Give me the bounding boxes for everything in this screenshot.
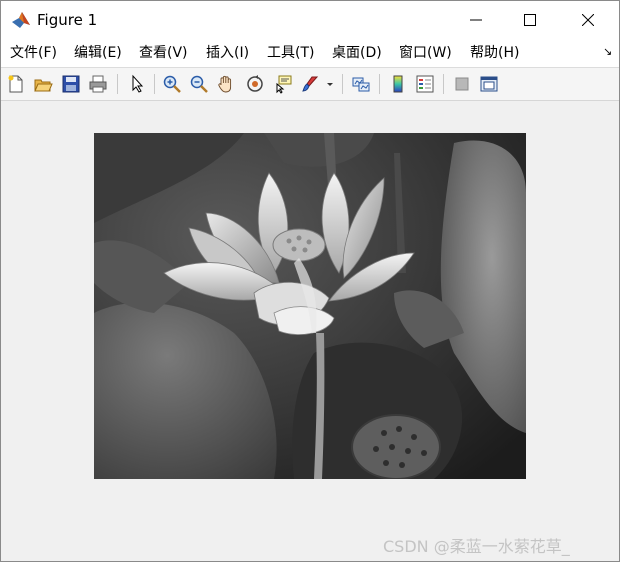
menu-bar: 文件(F) 编辑(E) 查看(V) 插入(I) 工具(T) 桌面(D) 窗口(W… bbox=[1, 39, 619, 68]
menu-tools[interactable]: 工具(T) bbox=[267, 44, 314, 62]
close-icon bbox=[582, 14, 594, 26]
toolbar-separator bbox=[154, 74, 155, 94]
window-title: Figure 1 bbox=[37, 11, 98, 29]
maximize-button[interactable] bbox=[503, 1, 557, 39]
link-plot-icon[interactable] bbox=[349, 72, 373, 96]
image-axes[interactable] bbox=[94, 133, 526, 479]
minimize-button[interactable] bbox=[449, 1, 503, 39]
minimize-icon bbox=[470, 19, 482, 21]
menu-help[interactable]: 帮助(H) bbox=[470, 44, 519, 62]
menu-edit[interactable]: 编辑(E) bbox=[74, 44, 122, 62]
toolbar-separator bbox=[342, 74, 343, 94]
lotus-image bbox=[94, 133, 526, 479]
show-plot-tools-icon[interactable] bbox=[477, 72, 501, 96]
title-bar[interactable]: Figure 1 bbox=[1, 1, 619, 39]
toolbar-separator bbox=[117, 74, 118, 94]
edit-plot-arrow-icon[interactable] bbox=[125, 72, 149, 96]
pan-hand-icon[interactable] bbox=[214, 72, 238, 96]
zoom-out-icon[interactable] bbox=[187, 72, 211, 96]
open-file-icon[interactable] bbox=[31, 72, 55, 96]
legend-icon[interactable] bbox=[413, 72, 437, 96]
new-figure-icon[interactable] bbox=[4, 72, 28, 96]
rotate-3d-icon[interactable] bbox=[243, 72, 267, 96]
menu-file[interactable]: 文件(F) bbox=[10, 44, 57, 62]
menu-desktop[interactable]: 桌面(D) bbox=[332, 44, 382, 62]
dock-arrow-icon[interactable]: ↘ bbox=[603, 45, 612, 58]
figure-toolbar bbox=[1, 68, 619, 101]
colorbar-icon[interactable] bbox=[386, 72, 410, 96]
menu-insert[interactable]: 插入(I) bbox=[206, 44, 249, 62]
data-cursor-icon[interactable] bbox=[271, 72, 295, 96]
menu-window[interactable]: 窗口(W) bbox=[399, 44, 452, 62]
watermark-text: CSDN @柔蓝一水萦花草_ bbox=[383, 537, 570, 556]
menu-view[interactable]: 查看(V) bbox=[139, 44, 188, 62]
close-button[interactable] bbox=[561, 1, 615, 39]
toolbar-separator bbox=[379, 74, 380, 94]
toolbar-separator bbox=[443, 74, 444, 94]
print-icon[interactable] bbox=[86, 72, 110, 96]
hide-plot-tools-icon[interactable] bbox=[450, 72, 474, 96]
brush-dropdown-icon[interactable] bbox=[323, 72, 337, 96]
brush-icon[interactable] bbox=[298, 72, 322, 96]
matlab-logo-icon bbox=[11, 10, 31, 30]
save-icon[interactable] bbox=[59, 72, 83, 96]
zoom-in-icon[interactable] bbox=[160, 72, 184, 96]
figure-window: Figure 1 文件(F) 编辑(E) 查看(V) 插入(I) 工具(T) 桌… bbox=[0, 0, 620, 562]
maximize-icon bbox=[524, 14, 536, 26]
